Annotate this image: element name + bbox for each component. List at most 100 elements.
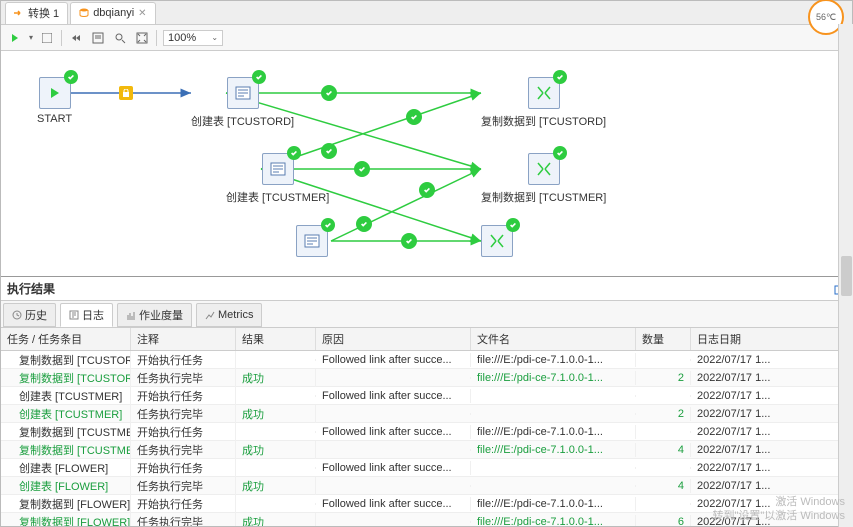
cell-reason: Followed link after succe... — [316, 425, 471, 439]
node-copy-tcustord[interactable]: 复制数据到 [TCUSTORD] — [481, 77, 606, 129]
flow-edges — [1, 51, 852, 276]
subtab-jobmetrics[interactable]: 作业度量 — [117, 303, 192, 327]
sql-icon — [303, 232, 321, 250]
col-reason[interactable]: 原因 — [316, 328, 471, 350]
col-result[interactable]: 结果 — [236, 328, 316, 350]
table-row[interactable]: 复制数据到 [TCUSTMER]开始执行任务Followed link afte… — [1, 423, 852, 441]
run-button[interactable] — [7, 30, 23, 46]
table-row[interactable]: 复制数据到 [TCUSTMER]任务执行完毕成功file:///E:/pdi-c… — [1, 441, 852, 459]
flow-canvas[interactable]: START 创建表 [TCUSTORD] 创建表 [TCUSTMER] 复制数据… — [1, 51, 852, 276]
col-count[interactable]: 数量 — [636, 328, 691, 350]
clock-icon — [12, 310, 22, 320]
cell-date: 2022/07/17 1... — [691, 407, 796, 421]
zoom-select[interactable]: 100%⌄ — [163, 30, 223, 46]
cell-task: 创建表 [FLOWER] — [1, 477, 131, 495]
check-icon — [419, 182, 435, 198]
subtab-history[interactable]: 历史 — [3, 303, 56, 327]
cell-result — [236, 467, 316, 469]
log-icon — [69, 310, 79, 320]
close-icon[interactable]: ✕ — [138, 8, 146, 19]
cell-task: 复制数据到 [TCUSTORD] — [1, 351, 131, 369]
node-copy-tcustmer[interactable]: 复制数据到 [TCUSTMER] — [481, 153, 606, 205]
canvas-toolbar: ▾ 100%⌄ — [1, 25, 852, 51]
cell-comment: 任务执行完毕 — [131, 513, 236, 527]
node-copy-partial[interactable] — [481, 225, 513, 257]
cell-result — [236, 395, 316, 397]
run-dropdown-icon[interactable]: ▾ — [29, 33, 33, 42]
table-row[interactable]: 复制数据到 [TCUSTORD]任务执行完毕成功file:///E:/pdi-c… — [1, 369, 852, 387]
col-date[interactable]: 日志日期 — [691, 328, 796, 350]
chart-icon — [205, 310, 215, 320]
cell-reason: Followed link after succe... — [316, 497, 471, 511]
subtab-log[interactable]: 日志 — [60, 303, 113, 327]
cell-filename: file:///E:/pdi-ce-7.1.0.0-1... — [471, 353, 636, 367]
cell-date: 2022/07/17 1... — [691, 389, 796, 403]
subtab-metrics[interactable]: Metrics — [196, 303, 262, 327]
cell-comment: 任务执行完毕 — [131, 405, 236, 423]
copy-icon — [488, 232, 506, 250]
results-panel: 执行结果 历史 日志 作业度量 Metrics 任务 / 任务条目 注释 结果 … — [1, 276, 852, 526]
cell-filename: file:///E:/pdi-ce-7.1.0.0-1... — [471, 515, 636, 527]
vertical-scrollbar[interactable] — [838, 24, 853, 527]
cell-result: 成功 — [236, 477, 316, 495]
check-icon — [553, 146, 567, 160]
copy-icon — [535, 160, 553, 178]
replay-button[interactable] — [68, 30, 84, 46]
node-create-tcustmer[interactable]: 创建表 [TCUSTMER] — [226, 153, 329, 205]
table-row[interactable]: 创建表 [FLOWER]开始执行任务Followed link after su… — [1, 459, 852, 477]
cell-comment: 任务执行完毕 — [131, 477, 236, 495]
cell-date: 2022/07/17 1... — [691, 371, 796, 385]
cell-count — [636, 467, 691, 469]
tab-dbqianyi[interactable]: dbqianyi ✕ — [70, 2, 155, 24]
cell-count — [636, 503, 691, 505]
check-icon — [401, 233, 417, 249]
cell-date: 2022/07/17 1... — [691, 425, 796, 439]
table-row[interactable]: 创建表 [TCUSTMER]开始执行任务Followed link after … — [1, 387, 852, 405]
cell-count: 4 — [636, 443, 691, 457]
sql-icon — [269, 160, 287, 178]
cell-task: 创建表 [TCUSTMER] — [1, 387, 131, 405]
check-icon — [406, 109, 422, 125]
check-icon — [64, 70, 78, 84]
cell-task: 复制数据到 [TCUSTORD] — [1, 369, 131, 387]
arrow-icon — [14, 8, 24, 18]
cell-filename: file:///E:/pdi-ce-7.1.0.0-1... — [471, 497, 636, 511]
explore-button[interactable] — [112, 30, 128, 46]
cell-count: 4 — [636, 479, 691, 493]
cell-comment: 开始执行任务 — [131, 423, 236, 441]
cell-task: 复制数据到 [FLOWER] — [1, 513, 131, 527]
check-icon — [252, 70, 266, 84]
check-icon — [321, 85, 337, 101]
stop-button[interactable] — [39, 30, 55, 46]
results-table: 任务 / 任务条目 注释 结果 原因 文件名 数量 日志日期 复制数据到 [TC… — [1, 328, 852, 526]
cell-comment: 任务执行完毕 — [131, 441, 236, 459]
node-start[interactable]: START — [37, 77, 72, 125]
col-comment[interactable]: 注释 — [131, 328, 236, 350]
cell-reason — [316, 413, 471, 415]
results-title: 执行结果 — [7, 280, 55, 297]
check-icon — [553, 70, 567, 84]
cell-count — [636, 395, 691, 397]
cell-comment: 开始执行任务 — [131, 351, 236, 369]
sql-button[interactable] — [90, 30, 106, 46]
node-create-partial[interactable] — [296, 225, 328, 257]
table-row[interactable]: 复制数据到 [FLOWER]开始执行任务Followed link after … — [1, 495, 852, 513]
cell-result: 成功 — [236, 405, 316, 423]
cell-count — [636, 431, 691, 433]
col-task[interactable]: 任务 / 任务条目 — [1, 328, 131, 350]
check-icon — [356, 216, 372, 232]
table-row[interactable]: 创建表 [FLOWER]任务执行完毕成功 42022/07/17 1... — [1, 477, 852, 495]
results-subtabs: 历史 日志 作业度量 Metrics — [1, 301, 852, 328]
cell-reason — [316, 521, 471, 523]
tab-transform-1[interactable]: 转换 1 — [5, 2, 68, 24]
table-row[interactable]: 创建表 [TCUSTMER]任务执行完毕成功22022/07/17 1... — [1, 405, 852, 423]
cell-date: 2022/07/17 1... — [691, 479, 796, 493]
cell-reason: Followed link after succe... — [316, 461, 471, 475]
table-row[interactable]: 复制数据到 [FLOWER]任务执行完毕成功file:///E:/pdi-ce-… — [1, 513, 852, 526]
cell-reason — [316, 485, 471, 487]
table-row[interactable]: 复制数据到 [TCUSTORD]开始执行任务Followed link afte… — [1, 351, 852, 369]
node-create-tcustord[interactable]: 创建表 [TCUSTORD] — [191, 77, 294, 129]
col-filename[interactable]: 文件名 — [471, 328, 636, 350]
expand-button[interactable] — [134, 30, 150, 46]
cell-filename: file:///E:/pdi-ce-7.1.0.0-1... — [471, 371, 636, 385]
